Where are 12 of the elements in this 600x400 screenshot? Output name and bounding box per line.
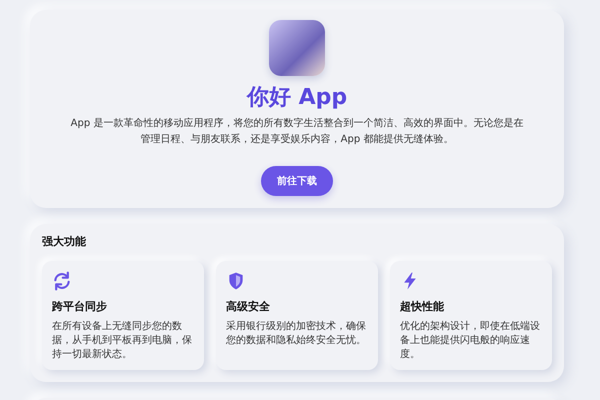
sync-icon bbox=[52, 271, 72, 291]
hero-description: App 是一款革命性的移动应用程序，将您的所有数字生活整合到一个简洁、高效的界面中。无论您是在管理日程、与朋友联系，还是享受娱乐内容，App 都能提供无缝体验。 bbox=[70, 116, 524, 147]
feature-description: 优化的架构设计，即使在低端设备上也能提供闪电般的响应速度。 bbox=[400, 320, 541, 362]
feature-title: 超快性能 bbox=[400, 299, 445, 314]
section-heading: 强大功能 bbox=[42, 234, 87, 249]
hero-title: 你好 App bbox=[246, 84, 348, 112]
download-button[interactable]: 前往下载 bbox=[261, 166, 333, 196]
feature-description: 在所有设备上无缝同步您的数据，从手机到平板再到电脑，保持一切最新状态。 bbox=[52, 320, 193, 362]
feature-title: 跨平台同步 bbox=[52, 299, 108, 314]
feature-title: 高级安全 bbox=[226, 299, 271, 314]
feature-description: 采用银行级别的加密技术，确保您的数据和隐私始终安全无忧。 bbox=[226, 320, 367, 348]
app-icon-placeholder bbox=[269, 20, 325, 76]
